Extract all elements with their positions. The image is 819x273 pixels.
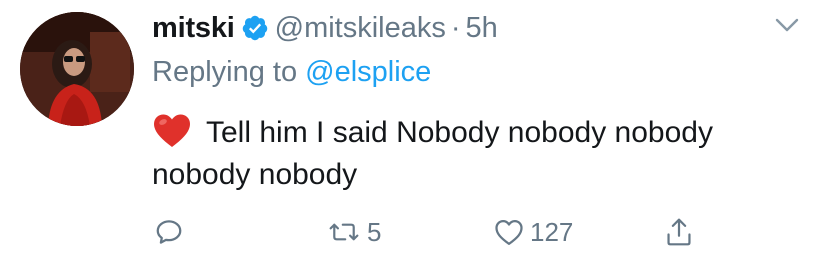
share-button[interactable]	[664, 210, 700, 254]
timestamp[interactable]: 5h	[466, 12, 498, 45]
avatar-photo	[20, 12, 134, 126]
tweet: mitski @mitskileaks · 5h Replying to @el…	[0, 0, 819, 273]
tweet-actions: 5 127	[0, 210, 819, 254]
like-icon	[494, 218, 524, 246]
separator-dot: ·	[450, 11, 461, 44]
like-count: 127	[530, 216, 574, 247]
replying-to-mention[interactable]: @elsplice	[305, 56, 431, 88]
share-icon	[664, 216, 694, 248]
chevron-down-icon[interactable]	[772, 14, 802, 36]
like-button[interactable]: 127	[494, 210, 573, 254]
user-handle[interactable]: @mitskileaks	[275, 12, 446, 45]
retweet-count: 5	[367, 216, 382, 247]
retweet-button[interactable]: 5	[327, 210, 381, 254]
tweet-text: Tell him I said Nobody nobody nobody nob…	[152, 112, 802, 196]
display-name[interactable]: mitski	[152, 12, 235, 45]
reply-icon	[154, 217, 184, 247]
retweet-icon	[327, 217, 361, 247]
avatar[interactable]	[20, 12, 134, 126]
reply-button[interactable]	[154, 210, 190, 254]
replying-to: Replying to @elsplice	[152, 56, 431, 89]
replying-to-label: Replying to	[152, 56, 306, 88]
tweet-text-content: Tell him I said Nobody nobody nobody nob…	[152, 116, 713, 191]
tweet-header: mitski @mitskileaks · 5h	[152, 8, 498, 48]
red-heart-emoji	[152, 113, 192, 149]
verified-badge-icon	[241, 14, 269, 42]
